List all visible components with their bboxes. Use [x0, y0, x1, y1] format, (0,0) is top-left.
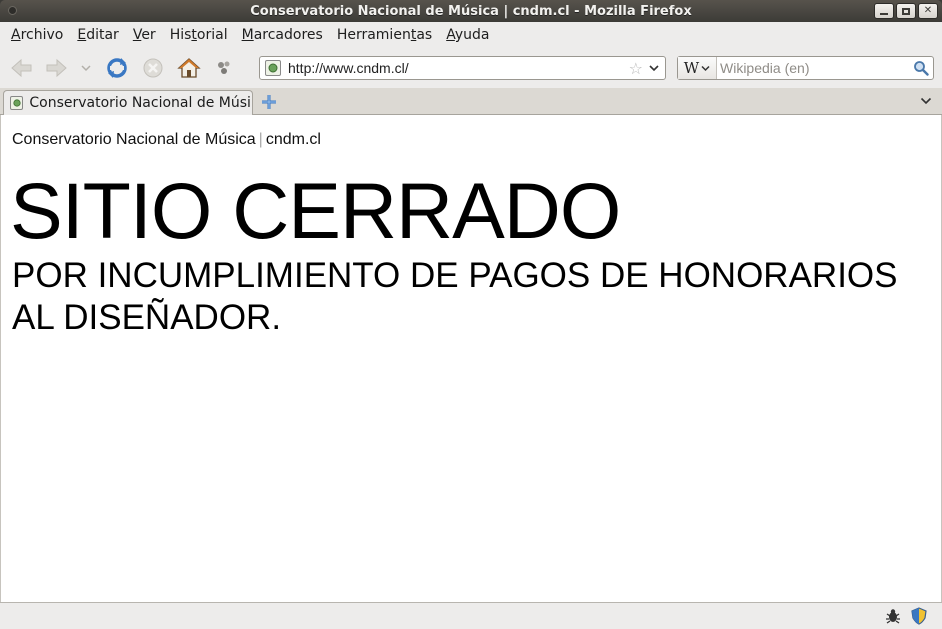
menu-item-historial[interactable]: Historial [163, 27, 235, 43]
tab-active[interactable]: Conservatorio Nacional de Músi... [3, 90, 253, 115]
plus-icon [262, 95, 276, 109]
site-domain: cndm.cl [265, 131, 321, 148]
search-bar[interactable]: W Wikipedia (en) [677, 56, 934, 80]
close-icon: ✕ [923, 5, 933, 16]
bookmarks-toolbar-button[interactable] [211, 55, 237, 81]
cluster-icon [218, 61, 230, 74]
status-bar [0, 602, 942, 629]
site-name: Conservatorio Nacional de Música [12, 131, 256, 148]
back-button[interactable] [9, 55, 35, 81]
home-button[interactable] [176, 55, 202, 81]
maximize-button[interactable] [896, 3, 916, 19]
menu-item-editar[interactable]: Editar [70, 27, 125, 43]
magnifier-icon [914, 61, 929, 76]
page-subline: POR INCUMPLIMIENTO DE PAGOS DE HONORARIO… [12, 256, 898, 337]
close-button[interactable]: ✕ [918, 3, 938, 19]
page-headline: SITIO CERRADO [10, 166, 621, 255]
history-dropdown-button[interactable] [76, 55, 96, 81]
window-titlebar: Conservatorio Nacional de Música | cndm.… [0, 0, 942, 22]
bug-icon[interactable] [884, 607, 902, 625]
home-icon [177, 58, 201, 78]
wikipedia-icon: W [683, 59, 700, 77]
menu-item-archivo[interactable]: Archivo [4, 27, 70, 43]
url-dropdown-icon[interactable] [647, 62, 661, 75]
security-shield-icon[interactable] [910, 607, 928, 625]
window-controls: ✕ [874, 3, 938, 19]
stop-button[interactable] [140, 55, 166, 81]
new-tab-button[interactable] [259, 93, 279, 111]
url-input[interactable]: http://www.cndm.cl/ [288, 60, 629, 76]
menu-item-herramientas[interactable]: Herramientas [330, 27, 439, 43]
menu-item-marcadores[interactable]: Marcadores [235, 27, 330, 43]
minimize-icon [880, 13, 888, 15]
back-arrow-icon [11, 58, 32, 78]
search-input[interactable]: Wikipedia (en) [720, 60, 912, 76]
favicon-icon [10, 96, 24, 110]
page-content: Conservatorio Nacional de Música | cndm.cl… [0, 115, 942, 602]
chevron-down-icon [81, 65, 91, 72]
bookmark-star-icon[interactable]: ☆ [629, 59, 643, 78]
chevron-down-icon [649, 64, 659, 71]
site-header: Conservatorio Nacional de Música | cndm.cl [12, 131, 321, 149]
window-menu-icon[interactable] [8, 6, 17, 15]
minimize-button[interactable] [874, 3, 894, 19]
tab-bar: Conservatorio Nacional de Músi... [0, 88, 942, 115]
window-title: Conservatorio Nacional de Música | cndm.… [250, 3, 692, 19]
chevron-down-icon [701, 65, 710, 71]
url-bar[interactable]: http://www.cndm.cl/ ☆ [259, 56, 666, 80]
forward-arrow-icon [46, 58, 67, 78]
chevron-down-icon [920, 97, 932, 105]
menu-item-ayuda[interactable]: Ayuda [439, 27, 496, 43]
reload-button[interactable] [104, 55, 130, 81]
forward-button[interactable] [43, 55, 69, 81]
menu-bar: Archivo Editar Ver Historial Marcadores Herra… [0, 22, 942, 47]
tab-list-button[interactable] [920, 94, 932, 108]
menu-item-ver[interactable]: Ver [126, 27, 163, 43]
maximize-icon [902, 7, 910, 15]
navigation-toolbar: http://www.cndm.cl/ ☆ W Wikipedia (en) [0, 47, 942, 88]
header-separator: | [258, 131, 263, 148]
search-icon[interactable] [912, 59, 930, 77]
search-engine-selector[interactable]: W [678, 57, 717, 79]
globe-icon [268, 63, 278, 73]
reload-icon [107, 58, 127, 78]
tab-label: Conservatorio Nacional de Músi... [29, 95, 252, 111]
site-identity-icon[interactable] [265, 60, 281, 76]
globe-icon [13, 99, 21, 107]
status-icons [884, 607, 928, 625]
stop-icon [143, 58, 163, 78]
